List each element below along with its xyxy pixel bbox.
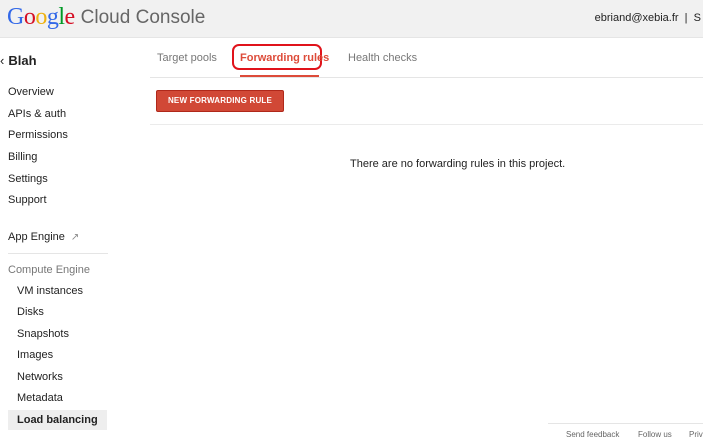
sidebar-item-overview[interactable]: Overview <box>8 86 54 98</box>
sidebar-item-snapshots[interactable]: Snapshots <box>17 328 69 340</box>
logo-letter: e <box>64 4 76 30</box>
sidebar-item-label: App Engine <box>8 231 65 243</box>
project-name: Blah <box>8 53 37 68</box>
sidebar: ‹ Blah Overview APIs & auth Permissions B… <box>0 37 120 437</box>
logo-letter: G <box>7 4 24 30</box>
tab-forwarding-rules[interactable]: Forwarding rules <box>240 52 329 64</box>
sidebar-item-apis-auth[interactable]: APIs & auth <box>8 108 66 120</box>
sidebar-item-settings[interactable]: Settings <box>8 173 48 185</box>
follow-us-link[interactable]: Follow us <box>638 430 672 439</box>
sidebar-divider <box>8 253 108 254</box>
new-forwarding-rule-button[interactable]: NEW FORWARDING RULE <box>156 90 284 112</box>
chevron-left-icon: ‹ <box>0 53 5 68</box>
logo-letter: o <box>23 4 36 30</box>
top-header: Google Cloud Console ebriand@xebia.fr | S <box>0 0 703 38</box>
project-selector[interactable]: ‹ Blah <box>0 53 37 68</box>
sidebar-item-app-engine[interactable]: App Engine ↗ <box>8 231 79 243</box>
content-divider <box>150 124 703 125</box>
privacy-link[interactable]: Priv <box>689 430 703 439</box>
logo-letter: g <box>46 4 59 30</box>
google-cloud-console-logo[interactable]: Google Cloud Console <box>7 4 205 32</box>
tabs-divider <box>150 77 703 78</box>
user-account-email[interactable]: ebriand@xebia.fr | S <box>595 12 701 24</box>
external-link-icon: ↗ <box>70 232 80 243</box>
sidebar-item-load-balancing[interactable]: Load balancing <box>17 414 98 426</box>
empty-state-message: There are no forwarding rules in this pr… <box>350 158 566 170</box>
send-feedback-link[interactable]: Send feedback <box>566 430 619 439</box>
footer-bar: Send feedback Follow us Priv <box>548 423 703 439</box>
product-name: Cloud Console <box>80 7 206 28</box>
sidebar-item-metadata[interactable]: Metadata <box>17 392 63 404</box>
sidebar-item-images[interactable]: Images <box>17 349 53 361</box>
sidebar-item-disks[interactable]: Disks <box>17 306 44 318</box>
logo-letter: o <box>35 4 47 30</box>
tab-target-pools[interactable]: Target pools <box>157 52 217 64</box>
section-compute-engine[interactable]: Compute Engine <box>8 264 90 276</box>
sidebar-item-permissions[interactable]: Permissions <box>8 129 68 141</box>
sidebar-item-networks[interactable]: Networks <box>17 371 63 383</box>
sidebar-item-support[interactable]: Support <box>8 194 47 206</box>
sidebar-item-vm-instances[interactable]: VM instances <box>17 285 83 297</box>
sidebar-item-billing[interactable]: Billing <box>8 151 37 163</box>
tab-health-checks[interactable]: Health checks <box>348 52 417 64</box>
